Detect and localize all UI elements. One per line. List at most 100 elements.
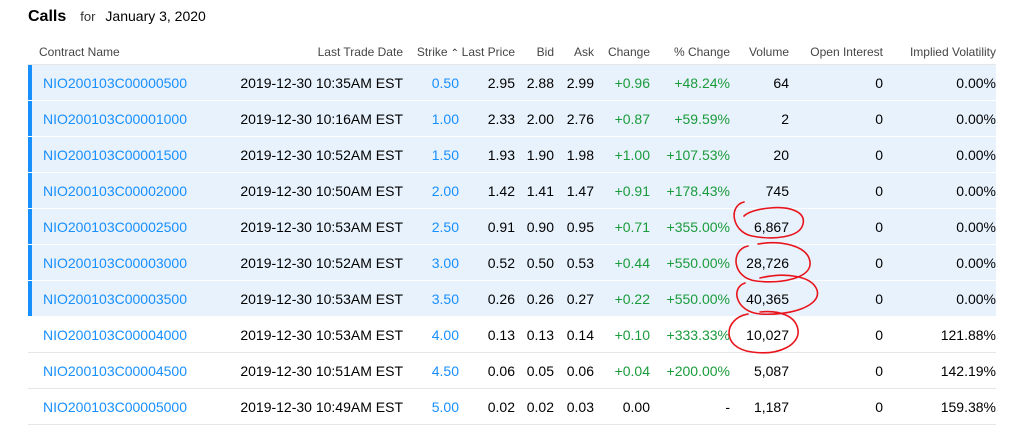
contract-name-link[interactable]: NIO200103C00002500 [43,219,187,235]
cell-change: 0.00 [594,388,650,425]
cell-contract-name-link[interactable]: NIO200103C00003000 [28,244,217,281]
cell-ask: 0.27 [554,280,594,317]
cell-last-price: 2.95 [459,64,515,101]
cell-contract-name-link[interactable]: NIO200103C00001000 [28,100,217,137]
cell-ask: 0.06 [554,352,594,389]
strike-link[interactable]: 2.50 [432,219,459,235]
cell-last-price: 0.26 [459,280,515,317]
cell-pct-change: +333.33% [650,316,730,353]
cell-volume: 20 [730,136,789,173]
strike-link[interactable]: 1.50 [432,147,459,163]
cell-volume: 6,867 [730,208,789,245]
col-last-trade-date[interactable]: Last Trade Date [217,40,403,65]
contract-name-link[interactable]: NIO200103C00002000 [43,183,187,199]
contract-name-link[interactable]: NIO200103C00005000 [43,399,187,415]
col-volume[interactable]: Volume [730,40,789,65]
strike-link[interactable]: 3.50 [432,291,459,307]
col-pct-change[interactable]: % Change [650,40,730,65]
strike-link[interactable]: 3.00 [432,255,459,271]
cell-strike-link[interactable]: 4.00 [403,316,459,353]
cell-change: +1.00 [594,136,650,173]
cell-volume: 10,027 [730,316,789,353]
cell-ask: 1.47 [554,172,594,209]
cell-pct-change: +107.53% [650,136,730,173]
cell-pct-change: - [650,388,730,425]
cell-contract-name-link[interactable]: NIO200103C00004500 [28,352,217,389]
cell-volume: 745 [730,172,789,209]
cell-last-price: 1.42 [459,172,515,209]
cell-volume: 28,726 [730,244,789,281]
strike-link[interactable]: 4.00 [432,327,459,343]
col-last-price[interactable]: Last Price [459,40,515,65]
col-strike[interactable]: Strike ⌃ [403,40,459,65]
col-contract-name[interactable]: Contract Name [28,40,217,65]
cell-strike-link[interactable]: 1.50 [403,136,459,173]
strike-link[interactable]: 5.00 [432,399,459,415]
cell-implied-volatility: 159.38% [883,388,996,425]
for-label: for [80,9,96,24]
cell-change: +0.10 [594,316,650,353]
cell-pct-change: +355.00% [650,208,730,245]
cell-strike-link[interactable]: 2.00 [403,172,459,209]
cell-contract-name-link[interactable]: NIO200103C00001500 [28,136,217,173]
cell-last-trade-date: 2019-12-30 10:51AM EST [217,352,403,389]
cell-strike-link[interactable]: 1.00 [403,100,459,137]
cell-last-trade-date: 2019-12-30 10:52AM EST [217,136,403,173]
cell-strike-link[interactable]: 3.00 [403,244,459,281]
table-row: NIO200103C00004500 2019-12-30 10:51AM EST… [28,352,996,389]
cell-implied-volatility: 0.00% [883,208,996,245]
section-header: Calls for January 3, 2020 [28,8,206,32]
contract-name-link[interactable]: NIO200103C00003500 [43,291,187,307]
cell-last-trade-date: 2019-12-30 10:49AM EST [217,388,403,425]
col-change[interactable]: Change [594,40,650,65]
contract-name-link[interactable]: NIO200103C00004000 [43,327,187,343]
col-implied-volatility[interactable]: Implied Volatility [883,40,996,65]
cell-pct-change: +550.00% [650,280,730,317]
cell-contract-name-link[interactable]: NIO200103C00005000 [28,388,217,425]
cell-last-price: 0.06 [459,352,515,389]
header-row: Contract Name Last Trade Date Strike ⌃ La… [28,40,996,65]
cell-contract-name-link[interactable]: NIO200103C00002000 [28,172,217,209]
cell-open-interest: 0 [789,172,883,209]
cell-pct-change: +59.59% [650,100,730,137]
cell-contract-name-link[interactable]: NIO200103C00002500 [28,208,217,245]
strike-link[interactable]: 1.00 [432,111,459,127]
cell-change: +0.91 [594,172,650,209]
cell-strike-link[interactable]: 4.50 [403,352,459,389]
cell-open-interest: 0 [789,244,883,281]
cell-volume: 64 [730,64,789,101]
cell-last-trade-date: 2019-12-30 10:35AM EST [217,64,403,101]
cell-last-price: 0.02 [459,388,515,425]
contract-name-link[interactable]: NIO200103C00000500 [43,75,187,91]
cell-strike-link[interactable]: 5.00 [403,388,459,425]
cell-strike-link[interactable]: 2.50 [403,208,459,245]
cell-strike-link[interactable]: 3.50 [403,280,459,317]
cell-ask: 2.99 [554,64,594,101]
cell-open-interest: 0 [789,388,883,425]
cell-bid: 1.41 [515,172,554,209]
table-row: NIO200103C00003000 2019-12-30 10:52AM EST… [28,244,996,281]
strike-link[interactable]: 0.50 [432,75,459,91]
cell-contract-name-link[interactable]: NIO200103C00003500 [28,280,217,317]
contract-name-link[interactable]: NIO200103C00001000 [43,111,187,127]
contract-name-link[interactable]: NIO200103C00003000 [43,255,187,271]
cell-open-interest: 0 [789,352,883,389]
contract-name-link[interactable]: NIO200103C00001500 [43,147,187,163]
cell-last-price: 0.91 [459,208,515,245]
cell-strike-link[interactable]: 0.50 [403,64,459,101]
table-row: NIO200103C00001000 2019-12-30 10:16AM EST… [28,100,996,137]
cell-change: +0.22 [594,280,650,317]
col-open-interest[interactable]: Open Interest [789,40,883,65]
col-bid[interactable]: Bid [515,40,554,65]
cell-contract-name-link[interactable]: NIO200103C00000500 [28,64,217,101]
strike-link[interactable]: 2.00 [432,183,459,199]
cell-contract-name-link[interactable]: NIO200103C00004000 [28,316,217,353]
cell-volume: 40,365 [730,280,789,317]
cell-bid: 0.50 [515,244,554,281]
contract-name-link[interactable]: NIO200103C00004500 [43,363,187,379]
cell-open-interest: 0 [789,316,883,353]
col-ask[interactable]: Ask [554,40,594,65]
cell-change: +0.44 [594,244,650,281]
cell-bid: 0.02 [515,388,554,425]
strike-link[interactable]: 4.50 [432,363,459,379]
